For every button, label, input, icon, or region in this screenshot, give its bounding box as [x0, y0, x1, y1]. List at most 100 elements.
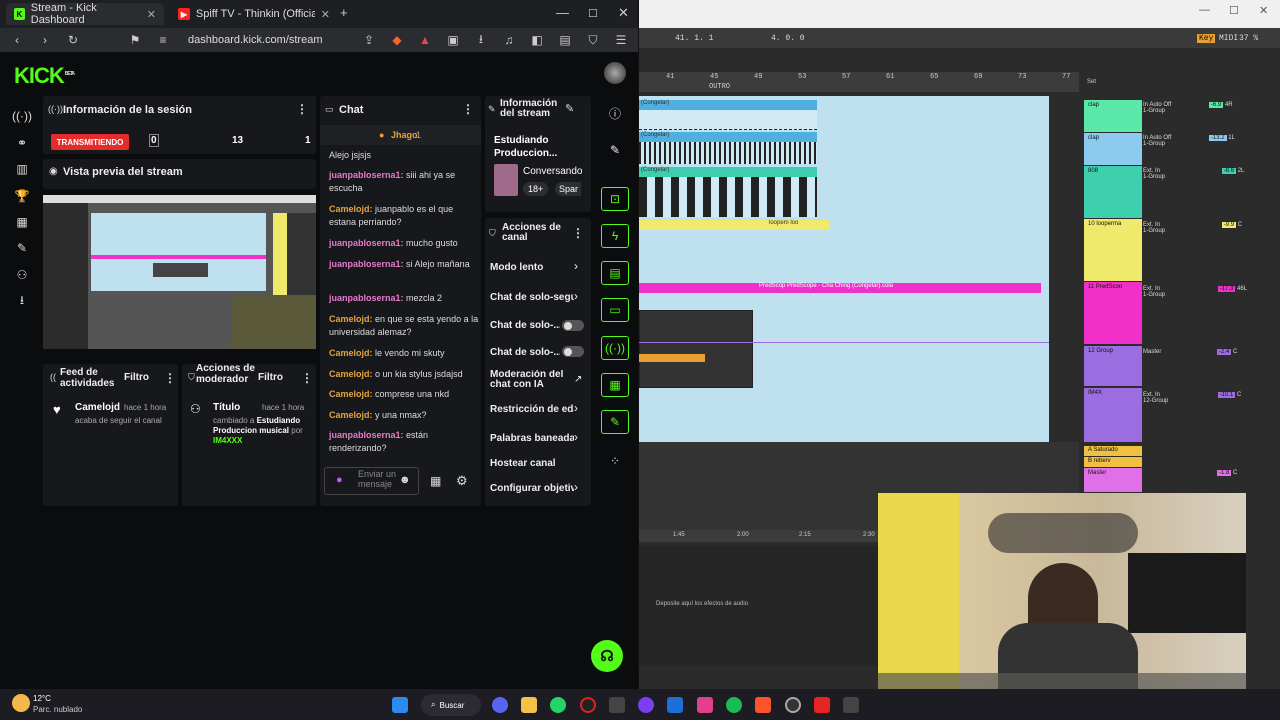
trophy-icon[interactable]: 🏆: [13, 187, 31, 205]
track-header[interactable]: 12 Group: [1084, 346, 1142, 386]
avatar[interactable]: [604, 62, 626, 84]
wrench-icon[interactable]: ✎: [601, 410, 629, 434]
brave-rewards-icon[interactable]: ▲: [418, 33, 432, 47]
stream-preview[interactable]: [43, 195, 316, 349]
return-track-header[interactable]: B reberv: [1084, 457, 1142, 467]
kick-logo[interactable]: KICKBETA: [14, 63, 75, 89]
search-button[interactable]: ⌕ Buscar: [421, 694, 481, 716]
key-map-button[interactable]: Key: [1197, 34, 1216, 43]
weather-icon[interactable]: [12, 694, 30, 712]
new-tab-button[interactable]: +: [340, 5, 348, 20]
download-icon[interactable]: ⭳: [13, 292, 31, 310]
subs-only-item[interactable]: Chat de solo-...: [490, 320, 560, 331]
music-icon[interactable]: ♫: [502, 33, 516, 47]
stream-icon[interactable]: ((·)): [12, 107, 32, 125]
arrangement-ruler[interactable]: 41 45 49 53 57 61 65 69 73 77 OUTRO: [639, 72, 1079, 92]
library-icon[interactable]: ▦: [13, 213, 31, 231]
ai-moderation-item[interactable]: Moderación del chat con IA: [490, 370, 566, 390]
age-restriction-item[interactable]: Restricción de edad: [490, 404, 574, 415]
apps-icon[interactable]: ⁘: [601, 449, 629, 473]
banned-words-item[interactable]: Palabras baneadas: [490, 433, 574, 444]
close-window-button[interactable]: ✕: [618, 5, 629, 21]
track-header[interactable]: 808: [1084, 166, 1142, 218]
whatsapp-icon[interactable]: [550, 697, 566, 713]
file-explorer-icon[interactable]: [521, 697, 537, 713]
back-icon[interactable]: ‹: [10, 33, 24, 47]
emote-only-item[interactable]: Chat de solo-...: [490, 347, 560, 358]
brave-icon[interactable]: [755, 697, 771, 713]
app-icon[interactable]: [638, 697, 654, 713]
emoji-icon[interactable]: ☻: [399, 474, 411, 486]
menu-icon[interactable]: ☰: [614, 33, 628, 47]
chat-input[interactable]: ● Enviar un mensaje ☻: [324, 467, 419, 495]
broadcast-icon[interactable]: ((·)): [601, 336, 629, 360]
maximize-button[interactable]: ☐: [588, 7, 598, 20]
track-header[interactable]: 10 looperma: [1084, 219, 1142, 281]
close-icon[interactable]: ✕: [147, 8, 156, 21]
chevron-right-icon[interactable]: ›: [574, 401, 578, 415]
tab-kick-dashboard[interactable]: K Stream - Kick Dashboard ✕: [6, 2, 164, 26]
vpn-icon[interactable]: ⛉: [586, 33, 600, 48]
share-icon[interactable]: ⇪: [362, 33, 376, 47]
slow-mode-item[interactable]: Modo lento: [490, 262, 574, 273]
more-options-icon[interactable]: ⋮: [301, 371, 313, 385]
mixer-strip[interactable]: Ext. In -9.9 C 1-Group: [1143, 222, 1263, 234]
host-channel-item[interactable]: Hostear canal: [490, 458, 574, 469]
time-ruler[interactable]: 1:45 2:00 2:15 2:30: [639, 530, 879, 542]
obs-icon[interactable]: [580, 697, 596, 713]
support-button[interactable]: ☊: [591, 640, 623, 672]
tag-badge[interactable]: 18+: [523, 182, 549, 196]
gear-icon[interactable]: ⚙: [456, 473, 468, 489]
mod-filter-button[interactable]: Filtro: [258, 372, 283, 383]
forward-icon[interactable]: ›: [38, 33, 52, 47]
media-icon[interactable]: ▦: [601, 373, 629, 397]
track-header[interactable]: clap: [1084, 133, 1142, 165]
close-icon[interactable]: ✕: [321, 8, 330, 21]
close-window-button[interactable]: ✕: [1259, 4, 1268, 17]
ableton-live-icon[interactable]: [609, 697, 625, 713]
master-track-header[interactable]: Master: [1084, 468, 1142, 492]
position-readout[interactable]: 41. 1. 1: [675, 34, 713, 43]
spotify-icon[interactable]: [726, 697, 742, 713]
maximize-button[interactable]: ☐: [1229, 4, 1239, 17]
locator-outro[interactable]: OUTRO: [709, 83, 730, 91]
mixer-strip[interactable]: In Auto Off -6.9 4R 1-Group: [1143, 102, 1263, 114]
mixer-strip[interactable]: -1.8 C: [1143, 470, 1263, 476]
followers-only-item[interactable]: Chat de solo-seguidores: [490, 292, 574, 303]
screenshot-icon[interactable]: ▣: [446, 33, 460, 47]
mixer-strip[interactable]: Ext. In -17.3 46L 1-Group: [1143, 286, 1263, 298]
fl-studio-icon[interactable]: [667, 697, 683, 713]
wallet-icon[interactable]: ▤: [558, 33, 572, 47]
document-icon[interactable]: ▤: [601, 261, 629, 285]
mixer-strip[interactable]: In Auto Off -13.2 1L 1-Group: [1143, 135, 1263, 147]
more-options-icon[interactable]: ⋮: [164, 371, 176, 385]
start-icon[interactable]: [392, 697, 408, 713]
lightning-icon[interactable]: ϟ: [601, 224, 629, 248]
ableton-live-icon[interactable]: [843, 697, 859, 713]
mixer-strip[interactable]: Ext. In -10.1 C 12-Group: [1143, 392, 1263, 404]
midi-map-button[interactable]: MIDI: [1219, 34, 1238, 43]
more-options-icon[interactable]: ⋮: [462, 102, 474, 116]
app-icon[interactable]: [697, 697, 713, 713]
subs-only-toggle[interactable]: [562, 320, 584, 331]
emote-only-toggle[interactable]: [562, 346, 584, 357]
sidebar-icon[interactable]: ◧: [530, 33, 544, 47]
bookmark-icon[interactable]: ⚑: [128, 33, 142, 47]
link-icon[interactable]: ⚭: [13, 134, 31, 152]
reload-icon[interactable]: ↻: [66, 33, 80, 47]
mic-icon[interactable]: ●: [336, 474, 343, 486]
arrangement-view[interactable]: (Congelar) (Congelar) (Congelar) loopem …: [639, 96, 1049, 442]
store-icon[interactable]: ▦: [430, 474, 441, 488]
brave-shield-icon[interactable]: ◆: [390, 33, 404, 47]
download-icon[interactable]: ⭳: [474, 30, 488, 51]
chat-bubble-icon[interactable]: ▭: [601, 298, 629, 322]
clip-icon[interactable]: ⊡: [601, 187, 629, 211]
weather-temp[interactable]: 12°C: [33, 694, 51, 703]
users-icon[interactable]: ⚇: [13, 266, 31, 284]
app-icon[interactable]: [814, 697, 830, 713]
chevron-right-icon[interactable]: ›: [574, 289, 578, 303]
external-link-icon[interactable]: ↗: [574, 374, 582, 385]
mixer-strip[interactable]: Ext. In -8.6 2L 1-Group: [1143, 168, 1263, 180]
url-field[interactable]: dashboard.kick.com/stream: [188, 34, 323, 46]
device-view[interactable]: Deposite aquí los efectos de audio: [639, 546, 879, 666]
